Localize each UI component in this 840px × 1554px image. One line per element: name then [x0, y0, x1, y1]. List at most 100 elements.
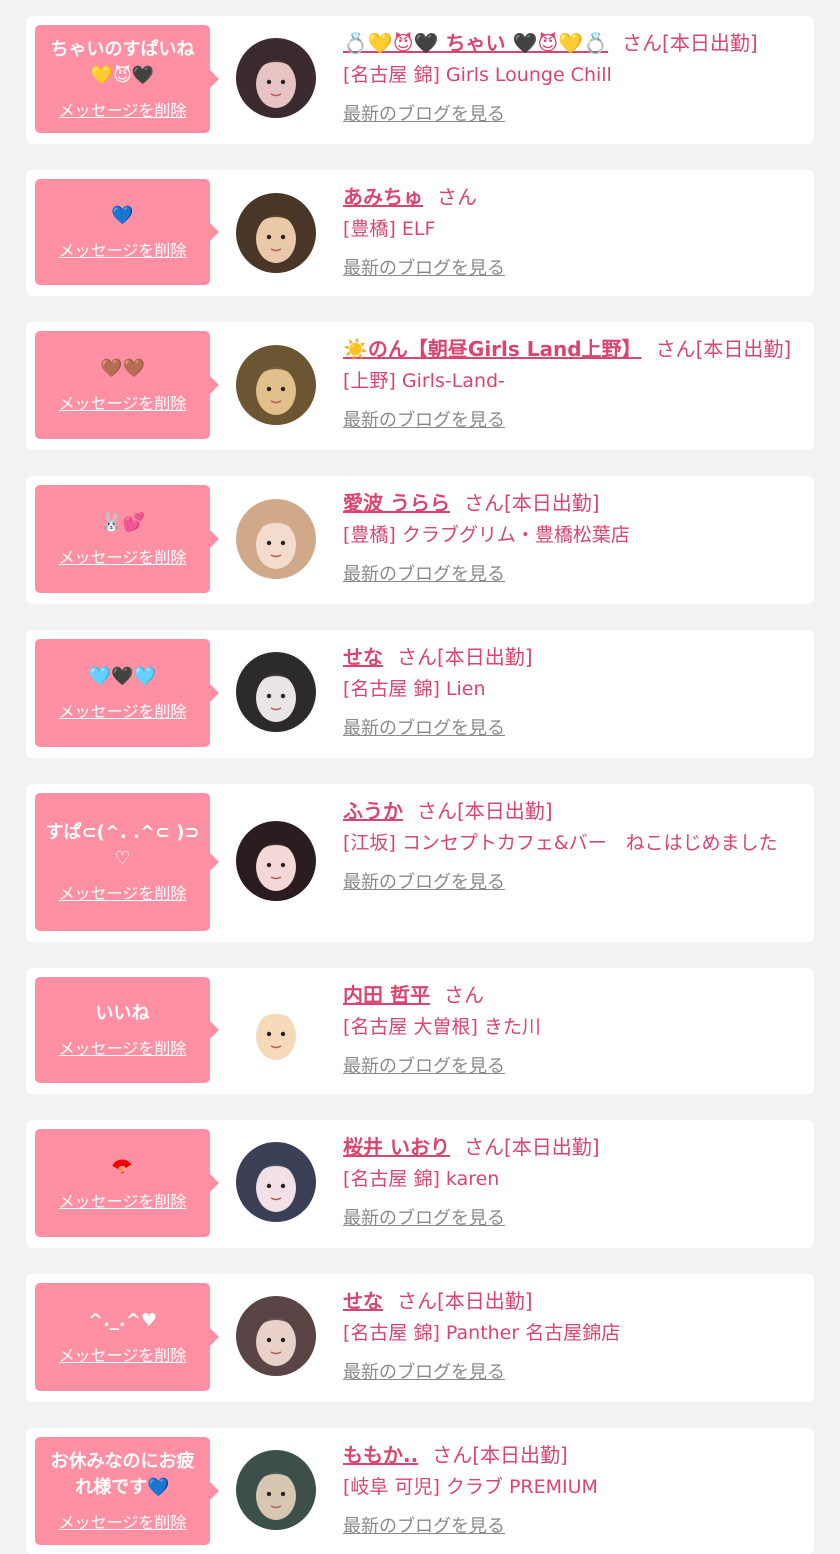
avatar[interactable]: [236, 1450, 316, 1530]
message-list: ちゃいのすぱいね💛😈🖤 メッセージを削除 💍💛😈🖤 ちゃい 🖤😈💛💍 さん[本日出勤]…: [0, 0, 840, 1554]
avatar-photo: [236, 652, 316, 732]
name-line: ☀️のん【朝昼Girls Land上野】 さん[本日出勤]: [343, 334, 804, 364]
latest-blog-link[interactable]: 最新のブログを見る: [343, 560, 505, 586]
name-line: 内田 哲平 さん: [343, 980, 804, 1010]
message-card: 🐰💕 メッセージを削除 愛波 うらら さん[本日出勤] [豊橋] クラブグリム・豊橋松葉…: [26, 476, 814, 604]
cast-info: 桜井 いおり さん[本日出勤] [名古屋 錦] karen 最新のブログを見る: [343, 1132, 804, 1230]
cast-name-link[interactable]: 内田 哲平: [343, 983, 430, 1007]
message-card: 🤎🤎 メッセージを削除 ☀️のん【朝昼Girls Land上野】 さん[本日出勤] [上…: [26, 322, 814, 450]
shop-label: [上野] Girls-Land-: [343, 370, 505, 392]
honorific: さん: [397, 1289, 437, 1313]
avatar-photo: [236, 345, 316, 425]
cast-info: ふうか さん[本日出勤] [江坂] コンセプトカフェ&バー ねこはじめました最新のブ…: [343, 796, 804, 894]
message-bubble: 🪭 メッセージを削除: [35, 1129, 219, 1237]
name-line: ももか.. さん[本日出勤]: [343, 1440, 804, 1470]
avatar[interactable]: [236, 193, 316, 273]
shop-label: [江坂] コンセプトカフェ&バー ねこはじめました: [343, 832, 778, 854]
shop-label: [名古屋 大曽根] きた川: [343, 1016, 541, 1038]
latest-blog-link[interactable]: 最新のブログを見る: [343, 1204, 505, 1230]
message-text: すぱ⊂(^. .^⊂ )⊃♡: [45, 822, 200, 869]
message-bubble: ^._.^♥ メッセージを削除: [35, 1283, 219, 1391]
honorific: さん: [622, 31, 663, 55]
latest-blog-link[interactable]: 最新のブログを見る: [343, 714, 505, 740]
latest-blog-link[interactable]: 最新のブログを見る: [343, 1052, 505, 1078]
cast-info: せな さん[本日出勤] [名古屋 錦] Lien 最新のブログを見る: [343, 642, 804, 740]
message-bubble: 🩵🖤🩵 メッセージを削除: [35, 639, 219, 747]
message-bubble: 🤎🤎 メッセージを削除: [35, 331, 219, 439]
message-card: 💙 メッセージを削除 あみちゅ さん [豊橋] ELF 最新のブログを見る: [26, 170, 814, 296]
avatar[interactable]: [236, 1296, 316, 1376]
message-card: いいね メッセージを削除 内田 哲平 さん [名古屋 大曽根] きた川最新のブログを見る: [26, 968, 814, 1094]
latest-blog-link[interactable]: 最新のブログを見る: [343, 868, 505, 894]
message-card: 🩵🖤🩵 メッセージを削除 せな さん[本日出勤] [名古屋 錦] Lien 最新のブログを…: [26, 630, 814, 758]
avatar[interactable]: [236, 499, 316, 579]
name-line: ふうか さん[本日出勤]: [343, 796, 804, 826]
avatar[interactable]: [236, 1142, 316, 1222]
latest-blog-link[interactable]: 最新のブログを見る: [343, 1358, 505, 1384]
honorific: さん: [463, 491, 504, 515]
message-text: 🤎🤎: [100, 358, 145, 379]
delete-message-link[interactable]: メッセージを削除: [59, 97, 187, 121]
message-card: すぱ⊂(^. .^⊂ )⊃♡ メッセージを削除 ふうか さん[本日出勤] [江坂] コン…: [26, 784, 814, 942]
cast-name-link[interactable]: 💍💛😈🖤 ちゃい 🖤😈💛💍: [343, 31, 608, 55]
honorific: さん: [417, 799, 457, 823]
shop-label: [名古屋 錦] Lien: [343, 678, 486, 700]
cast-info: せな さん[本日出勤] [名古屋 錦] Panther 名古屋錦店最新のブログを見る: [343, 1286, 804, 1384]
avatar-photo: [236, 821, 316, 901]
avatar-photo: [236, 193, 316, 273]
message-text: 💙: [111, 205, 134, 226]
cast-name-link[interactable]: せな: [343, 645, 383, 669]
latest-blog-link[interactable]: 最新のブログを見る: [343, 100, 505, 126]
shop-label: [岐阜 可児] クラブ PREMIUM: [343, 1476, 598, 1498]
avatar-photo: [236, 38, 316, 118]
cast-name-link[interactable]: ももか..: [343, 1443, 418, 1467]
delete-message-link[interactable]: メッセージを削除: [59, 1035, 187, 1059]
message-text: ^._.^♥: [88, 1310, 157, 1331]
latest-blog-link[interactable]: 最新のブログを見る: [343, 1512, 505, 1538]
name-line: せな さん[本日出勤]: [343, 1286, 804, 1316]
latest-blog-link[interactable]: 最新のブログを見る: [343, 406, 505, 432]
avatar[interactable]: [236, 38, 316, 118]
delete-message-link[interactable]: メッセージを削除: [59, 1342, 187, 1366]
cast-name-link[interactable]: せな: [343, 1289, 383, 1313]
message-text: 🐰💕: [100, 512, 145, 533]
delete-message-link[interactable]: メッセージを削除: [59, 880, 187, 904]
delete-message-link[interactable]: メッセージを削除: [59, 698, 187, 722]
avatar[interactable]: [236, 345, 316, 425]
cast-name-link[interactable]: ふうか: [343, 799, 403, 823]
delete-message-link[interactable]: メッセージを削除: [59, 544, 187, 568]
delete-message-link[interactable]: メッセージを削除: [59, 1188, 187, 1212]
honorific: さん: [437, 185, 477, 209]
message-bubble: いいね メッセージを削除: [35, 977, 219, 1083]
message-text: お休みなのにお疲れ様です💙: [50, 1451, 195, 1498]
name-line: 💍💛😈🖤 ちゃい 🖤😈💛💍 さん[本日出勤]: [343, 28, 804, 58]
cast-info: あみちゅ さん [豊橋] ELF 最新のブログを見る: [343, 182, 804, 280]
work-status: [本日出勤]: [503, 491, 600, 515]
cast-name-link[interactable]: あみちゅ: [343, 185, 423, 209]
message-bubble: 💙 メッセージを削除: [35, 179, 219, 285]
delete-message-link[interactable]: メッセージを削除: [59, 237, 187, 261]
avatar-photo: [236, 1296, 316, 1376]
honorific: さん: [655, 337, 696, 361]
delete-message-link[interactable]: メッセージを削除: [59, 390, 187, 414]
latest-blog-link[interactable]: 最新のブログを見る: [343, 254, 505, 280]
shop-label: [豊橋] クラブグリム・豊橋松葉店: [343, 524, 630, 546]
cast-name-link[interactable]: 愛波 うらら: [343, 491, 450, 515]
delete-message-link[interactable]: メッセージを削除: [59, 1509, 187, 1533]
cast-name-link[interactable]: ☀️のん【朝昼Girls Land上野】: [343, 337, 642, 361]
avatar-photo: [236, 499, 316, 579]
name-line: 愛波 うらら さん[本日出勤]: [343, 488, 804, 518]
cast-info: 💍💛😈🖤 ちゃい 🖤😈💛💍 さん[本日出勤] [名古屋 錦] Girls Loung…: [343, 28, 804, 126]
shop-label: [名古屋 錦] Panther 名古屋錦店: [343, 1322, 621, 1344]
cast-name-link[interactable]: 桜井 いおり: [343, 1135, 450, 1159]
avatar[interactable]: [236, 821, 316, 901]
cast-info: 愛波 うらら さん[本日出勤] [豊橋] クラブグリム・豊橋松葉店最新のブログを見る: [343, 488, 804, 586]
work-status: [本日出勤]: [695, 337, 792, 361]
avatar[interactable]: [236, 990, 316, 1070]
message-card: ちゃいのすぱいね💛😈🖤 メッセージを削除 💍💛😈🖤 ちゃい 🖤😈💛💍 さん[本日出勤]…: [26, 16, 814, 144]
message-card: ^._.^♥ メッセージを削除 せな さん[本日出勤] [名古屋 錦] Panther …: [26, 1274, 814, 1402]
work-status: [本日出勤]: [662, 31, 758, 55]
message-bubble: ちゃいのすぱいね💛😈🖤 メッセージを削除: [35, 25, 219, 133]
avatar[interactable]: [236, 652, 316, 732]
name-line: 桜井 いおり さん[本日出勤]: [343, 1132, 804, 1162]
